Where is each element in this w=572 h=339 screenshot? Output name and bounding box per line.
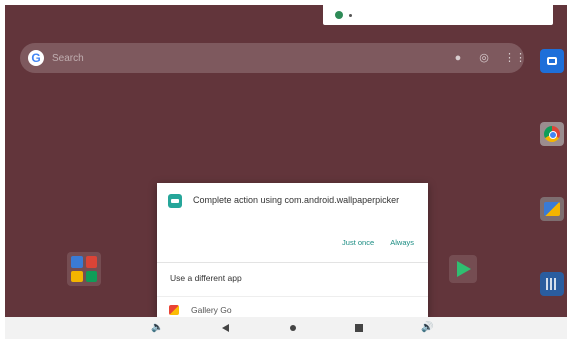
dialog-title: Complete action using com.android.wallpa… — [193, 195, 400, 205]
recents-icon[interactable] — [353, 322, 365, 334]
chooser-dialog: Complete action using com.android.wallpa… — [157, 183, 428, 317]
settings-gear-icon — [335, 11, 343, 19]
app-option-gallery-go[interactable]: Gallery Go — [169, 305, 232, 315]
divider — [157, 296, 428, 297]
gallery-app-icon[interactable] — [540, 197, 564, 221]
notification-strip[interactable] — [323, 5, 553, 25]
always-button[interactable]: Always — [390, 238, 414, 247]
dialog-header: Complete action using com.android.wallpa… — [157, 183, 428, 219]
google-search-bar[interactable]: G Search ● ◎ ⋮⋮ — [20, 43, 526, 73]
play-store-icon[interactable] — [449, 255, 477, 283]
lens-icon[interactable]: ◎ — [478, 52, 490, 64]
search-placeholder: Search — [52, 52, 84, 64]
wallpaper-picker-app-icon — [168, 194, 182, 208]
navigation-bar: 🔈 🔊 — [5, 317, 567, 339]
mic-icon[interactable]: ● — [452, 52, 464, 64]
calculator-app-icon[interactable] — [540, 272, 564, 296]
google-g-icon: G — [28, 50, 44, 66]
gallery-go-icon — [169, 305, 179, 315]
use-different-app-label: Use a different app — [170, 273, 242, 283]
chrome-app-icon[interactable] — [540, 122, 564, 146]
divider — [157, 262, 428, 263]
just-once-button[interactable]: Just once — [342, 238, 374, 247]
back-icon[interactable] — [219, 322, 231, 334]
home-icon[interactable] — [287, 322, 299, 334]
app-option-label: Gallery Go — [191, 305, 232, 315]
apps-grid-icon[interactable]: ⋮⋮ — [504, 52, 526, 64]
dialog-actions: Just once Always — [328, 238, 414, 247]
volume-up-icon[interactable]: 🔊 — [421, 322, 433, 334]
volume-down-icon[interactable]: 🔈 — [151, 322, 163, 334]
notification-dot-icon — [349, 13, 352, 17]
camera-app-icon[interactable] — [540, 49, 564, 73]
app-folder-icon[interactable] — [67, 252, 101, 286]
